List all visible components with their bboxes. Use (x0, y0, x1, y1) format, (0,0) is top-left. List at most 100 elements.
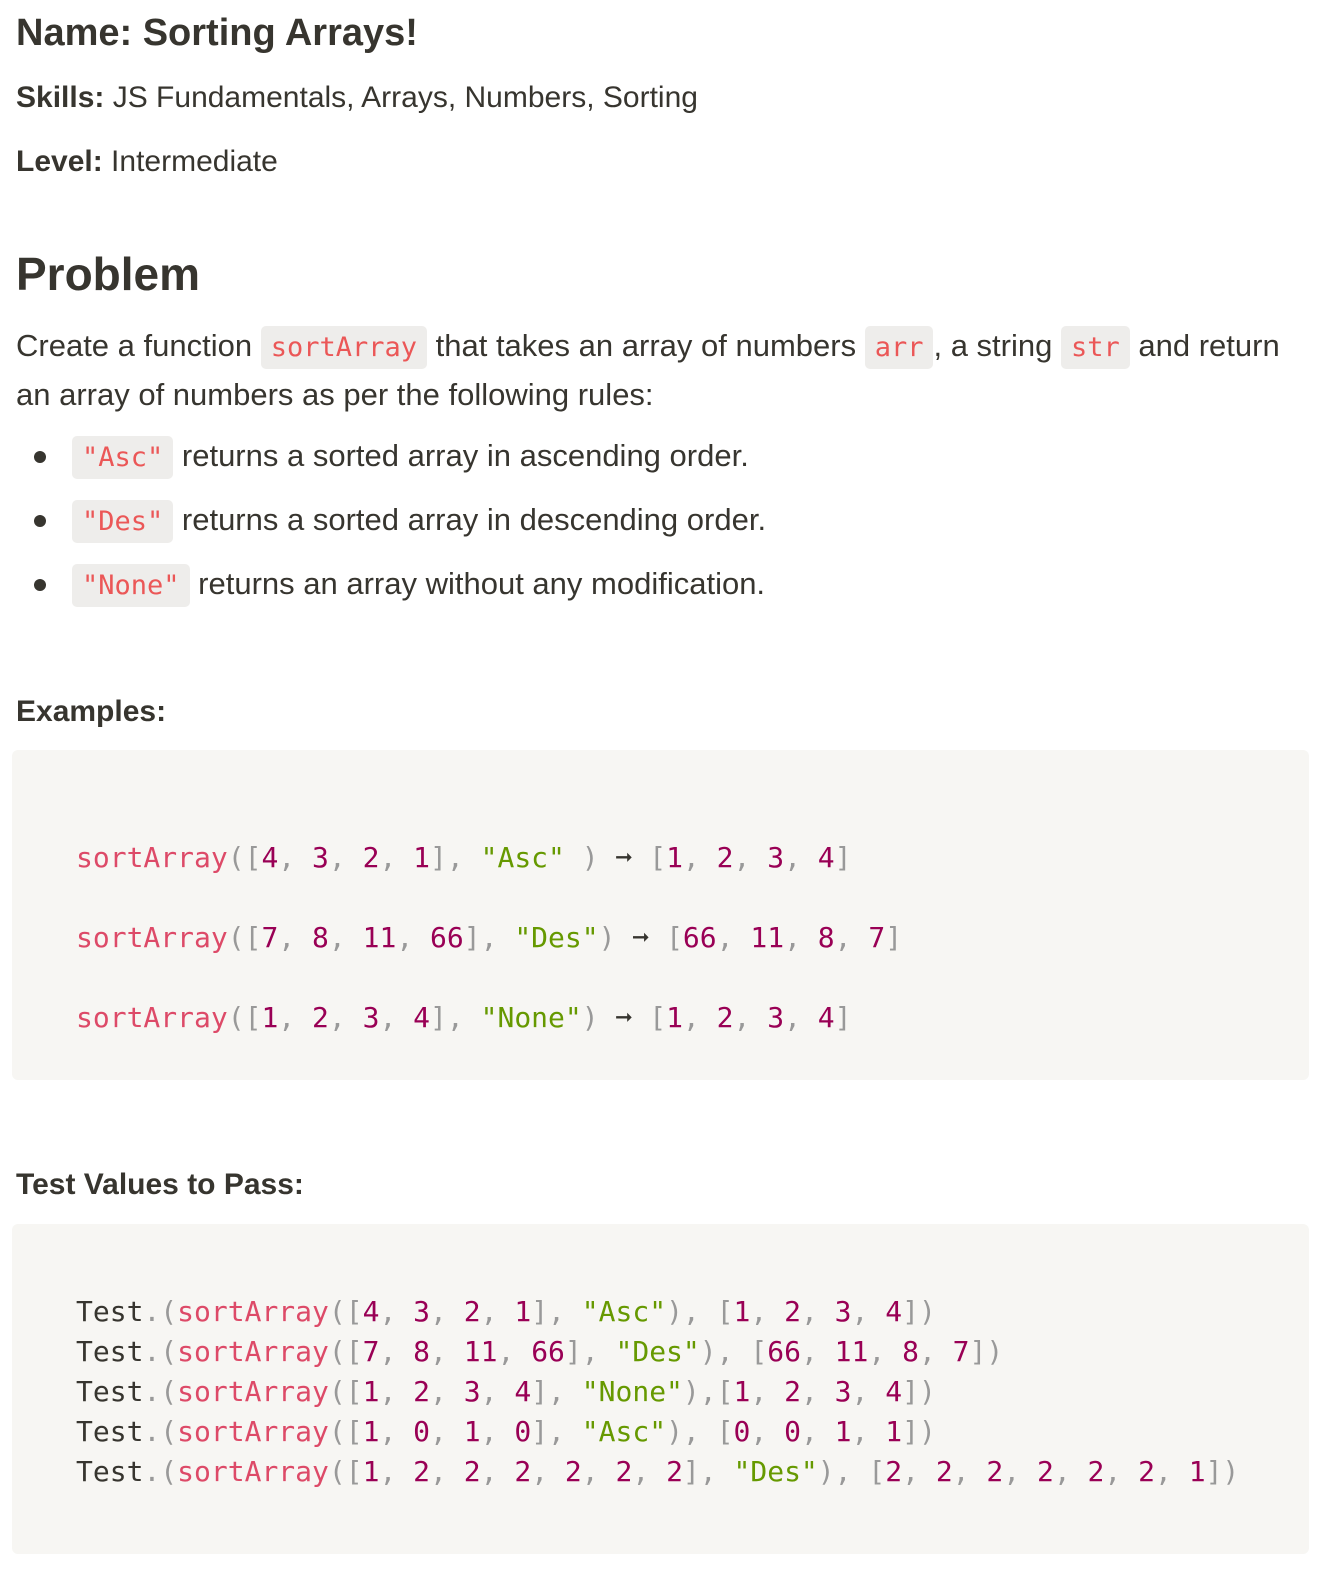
punctuation-token: , (1104, 1455, 1122, 1488)
punctuation-token: ] (902, 1415, 919, 1448)
punctuation-token: ( (227, 1001, 245, 1034)
number-token: 1 (514, 1295, 532, 1328)
string-token: "Des" (615, 1335, 700, 1368)
punctuation-token: , (548, 1375, 565, 1408)
number-token: 0 (514, 1415, 532, 1448)
punctuation-token: , (1003, 1455, 1021, 1488)
punctuation-token: ] (902, 1295, 919, 1328)
string-token: "Asc" (480, 841, 565, 874)
code-line: sortArray([7, 8, 11, 66], "Des") ➞ [66, … (76, 898, 902, 978)
number-token: 1 (261, 1001, 279, 1034)
rule-text: returns a sorted array in descending ord… (173, 502, 767, 537)
string-token: "Asc" (581, 1415, 667, 1448)
punctuation-token: , (278, 1001, 296, 1034)
punctuation-token: , (396, 921, 414, 954)
punctuation-token: ) (699, 1335, 717, 1368)
punctuation-token: , (952, 1455, 970, 1488)
test-token: Test (76, 1295, 144, 1328)
problem-heading: Problem (16, 248, 201, 300)
number-token: 2 (666, 1455, 683, 1488)
bullet-icon (34, 451, 46, 463)
punctuation-token: , (682, 1415, 700, 1448)
punctuation-token: [ (345, 1415, 363, 1448)
number-token: 4 (817, 1001, 835, 1034)
arrow-token: ➞ (632, 921, 650, 954)
punctuation-token: , (733, 1001, 751, 1034)
punctuation-token: [ (649, 1001, 667, 1034)
arrow-token: ➞ (615, 841, 633, 874)
number-token: 4 (413, 1001, 431, 1034)
number-token: 3 (362, 1001, 380, 1034)
punctuation-token: ] (682, 1455, 700, 1488)
number-token: 1 (666, 1001, 683, 1034)
punctuation-token: ( (328, 1375, 346, 1408)
punctuation-token: ) (666, 1295, 683, 1328)
number-token: 1 (362, 1455, 380, 1488)
number-token: 2 (716, 1001, 734, 1034)
number-token: 3 (767, 1001, 785, 1034)
punctuation-token: [ (345, 1295, 363, 1328)
punctuation-token: , (430, 1415, 447, 1448)
function-token: sortArray (177, 1335, 329, 1368)
punctuation-token: , (784, 1001, 801, 1034)
punctuation-token: ] (1205, 1455, 1223, 1488)
punctuation-token: , (834, 1455, 852, 1488)
punctuation-token: , (750, 1295, 768, 1328)
number-token: 0 (784, 1415, 801, 1448)
punctuation-token: ) (598, 921, 616, 954)
code-line: Test.(sortArray([4, 3, 2, 1], "Asc"), [1… (76, 1292, 1239, 1332)
punctuation-token: , (379, 1415, 397, 1448)
tests-heading: Test Values to Pass: (16, 1168, 304, 1201)
number-token: 8 (817, 921, 835, 954)
number-token: 1 (885, 1415, 903, 1448)
function-token: sortArray (177, 1375, 329, 1408)
skills-value: JS Fundamentals, Arrays, Numbers, Sortin… (104, 81, 698, 114)
punctuation-token: ] (969, 1335, 987, 1368)
punctuation-token: , (699, 1375, 717, 1408)
number-token: 2 (413, 1375, 431, 1408)
level-label: Level: (16, 145, 103, 178)
punctuation-token: ] (564, 1335, 582, 1368)
punctuation-token: [ (345, 1455, 363, 1488)
number-token: 3 (834, 1295, 852, 1328)
punctuation-token: ] (902, 1375, 919, 1408)
number-token: 66 (531, 1335, 565, 1368)
punctuation-token: , (379, 1335, 397, 1368)
number-token: 2 (885, 1455, 903, 1488)
number-token: 4 (362, 1295, 380, 1328)
number-token: 7 (261, 921, 279, 954)
number-token: 2 (514, 1455, 532, 1488)
punctuation-token: , (480, 1375, 498, 1408)
punctuation-token: , (581, 1455, 599, 1488)
punctuation-token: ( (227, 921, 245, 954)
punctuation-token: [ (244, 841, 262, 874)
punctuation-token: , (548, 1295, 565, 1328)
number-token: 1 (362, 1375, 380, 1408)
punctuation-token: ( (328, 1415, 346, 1448)
punctuation-token: , (430, 1375, 447, 1408)
string-token: "Des" (514, 921, 599, 954)
tests-code-block: Test.(sortArray([4, 3, 2, 1], "Asc"), [1… (12, 1224, 1309, 1554)
number-token: 2 (413, 1455, 431, 1488)
number-token: 1 (733, 1295, 751, 1328)
punctuation-token: [ (649, 841, 667, 874)
number-token: 1 (413, 841, 431, 874)
function-token: sortArray (177, 1455, 329, 1488)
punctuation-token: [ (716, 1375, 734, 1408)
punctuation-token: ) (986, 1335, 1004, 1368)
bullet-icon (34, 579, 46, 591)
number-token: 0 (413, 1415, 431, 1448)
punctuation-token: ] (834, 841, 852, 874)
punctuation-token: , (800, 1295, 818, 1328)
code-line: Test.(sortArray([7, 8, 11, 66], "Des"), … (76, 1332, 1239, 1372)
punctuation-token: ( (160, 1335, 178, 1368)
punctuation-token: , (379, 1375, 397, 1408)
inline-code-str: str (1060, 326, 1130, 369)
test-token: Test (76, 1335, 144, 1368)
inline-code-function: sortArray (260, 326, 428, 369)
number-token: 11 (834, 1335, 869, 1368)
number-token: 2 (463, 1295, 481, 1328)
punctuation-token: , (1053, 1455, 1071, 1488)
punctuation-token: ] (430, 841, 447, 874)
punctuation-token: , (834, 921, 852, 954)
